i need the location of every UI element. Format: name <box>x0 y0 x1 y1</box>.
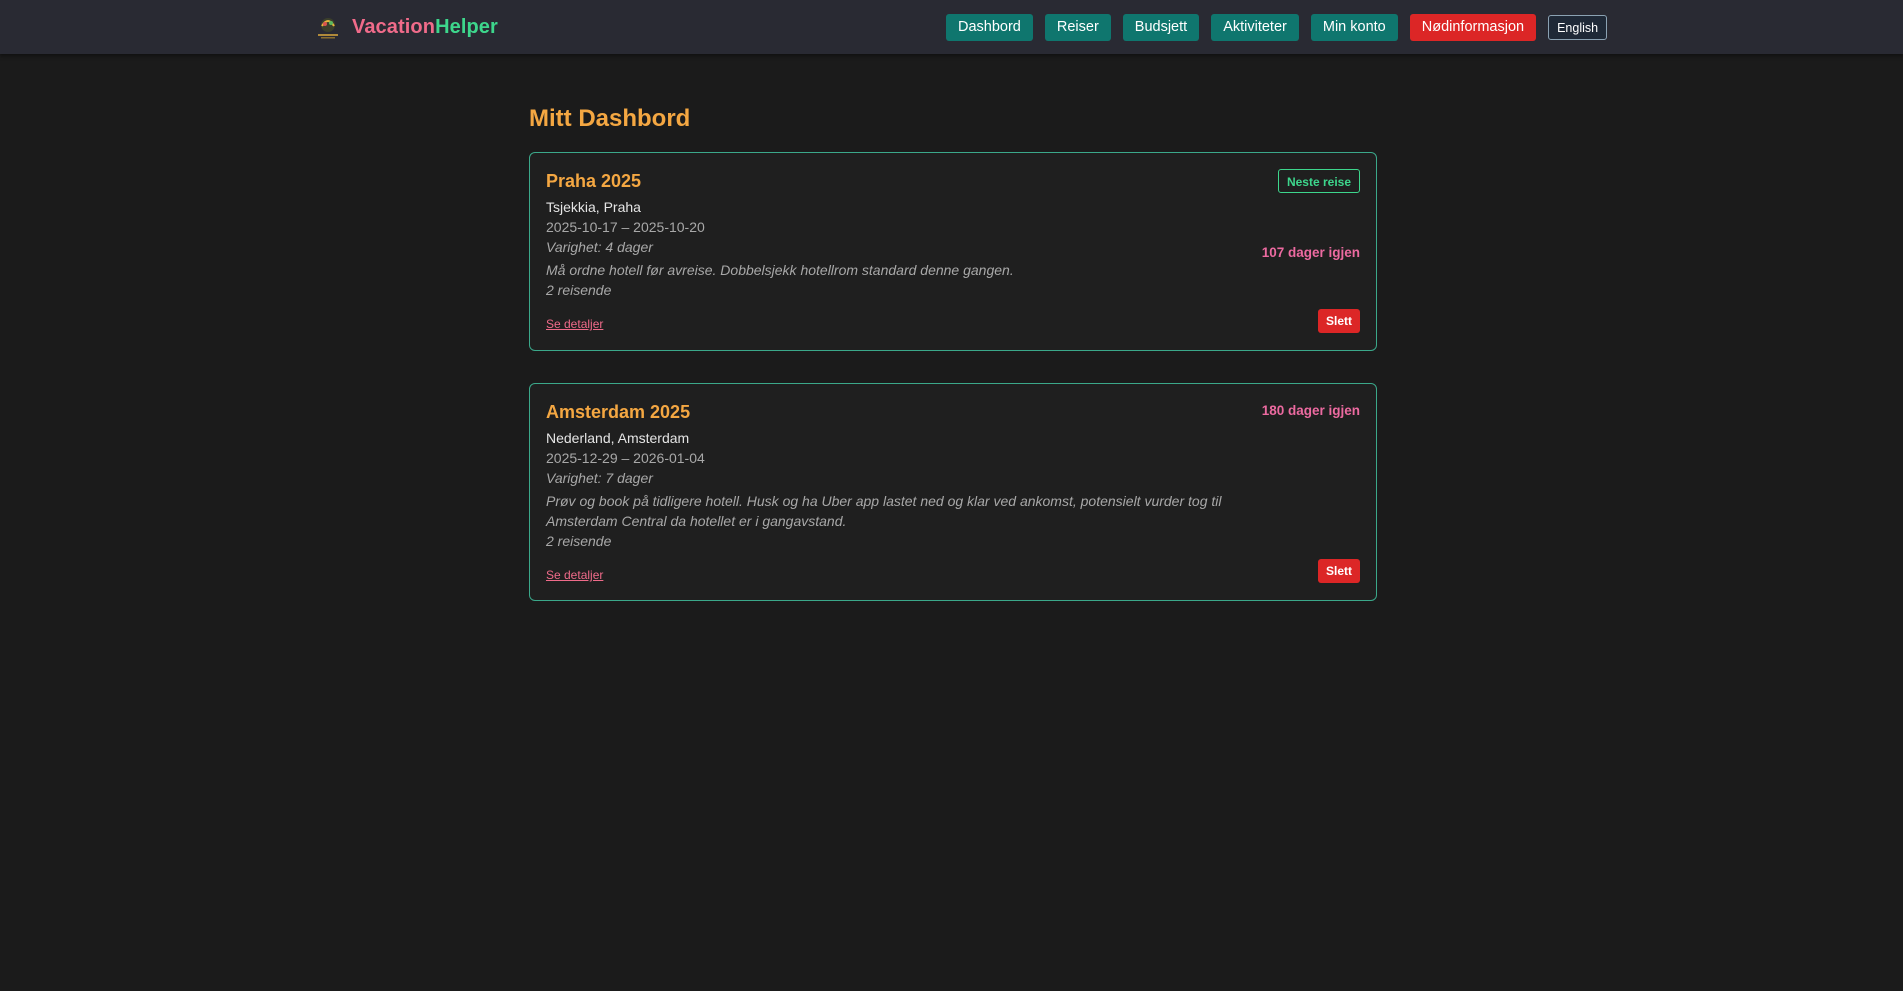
trip-location: Nederland, Amsterdam <box>546 430 690 446</box>
nav-account-button[interactable]: Min konto <box>1310 14 1398 41</box>
trip-dates: 2025-10-17 – 2025-10-20 <box>546 219 705 235</box>
trip-travelers: 2 reisende <box>546 533 612 549</box>
trip-travelers: 2 reisende <box>546 282 612 298</box>
main-content: Mitt Dashbord Praha 2025 Neste reise Tsj… <box>529 104 1377 601</box>
trip-notes: Må ordne hotell før avreise. Dobbelsjekk… <box>546 262 1014 278</box>
trip-notes: Prøv og book på tidligere hotell. Husk o… <box>546 493 1222 529</box>
nav-dashboard-button[interactable]: Dashbord <box>946 14 1033 41</box>
trip-card: Amsterdam 2025 180 dager igjen Nederland… <box>529 383 1377 601</box>
see-details-link[interactable]: Se detaljer <box>546 568 603 582</box>
delete-trip-button[interactable]: Slett <box>1317 309 1360 333</box>
brand[interactable]: VacationHelper <box>314 13 498 41</box>
delete-trip-button[interactable]: Slett <box>1317 559 1360 583</box>
nav-trips-button[interactable]: Reiser <box>1044 14 1111 41</box>
trip-countdown: 180 dager igjen <box>1261 403 1360 418</box>
trip-dates: 2025-12-29 – 2026-01-04 <box>546 450 705 466</box>
brand-name: VacationHelper <box>352 16 498 39</box>
trip-card: Praha 2025 Neste reise Tsjekkia, Praha 2… <box>529 152 1377 351</box>
trip-location: Tsjekkia, Praha <box>546 199 641 215</box>
language-toggle-button[interactable]: English <box>1548 15 1608 40</box>
trip-name: Praha 2025 <box>546 171 642 191</box>
navbar: VacationHelper Dashbord Reiser Budsjett … <box>0 0 1903 54</box>
main-nav: Dashbord Reiser Budsjett Aktiviteter Min… <box>946 14 1608 41</box>
brand-name-part1: Vacation <box>352 15 436 38</box>
see-details-link[interactable]: Se detaljer <box>546 317 603 331</box>
nav-budget-button[interactable]: Budsjett <box>1122 14 1200 41</box>
trip-name: Amsterdam 2025 <box>546 402 691 422</box>
page-title: Mitt Dashbord <box>529 105 691 132</box>
trip-duration: Varighet: 4 dager <box>546 239 653 255</box>
nav-emergency-button[interactable]: Nødinformasjon <box>1409 14 1537 41</box>
nav-activities-button[interactable]: Aktiviteter <box>1211 14 1299 41</box>
vacation-logo-icon <box>318 18 338 39</box>
trip-duration: Varighet: 7 dager <box>546 470 653 486</box>
next-trip-badge: Neste reise <box>1277 169 1360 193</box>
brand-name-part2: Helper <box>435 15 498 38</box>
trip-countdown: 107 dager igjen <box>1261 245 1360 260</box>
